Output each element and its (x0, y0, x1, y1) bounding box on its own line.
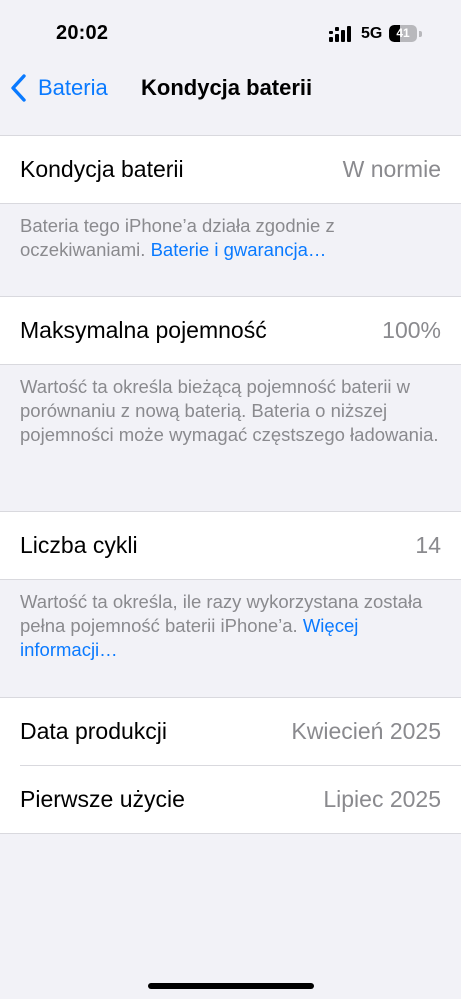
home-indicator[interactable] (148, 983, 314, 989)
health-value: W normie (342, 156, 441, 182)
battery-cap (419, 31, 422, 37)
health-row: Kondycja baterii W normie (0, 136, 461, 203)
cycles-row: Liczba cykli 14 (0, 512, 461, 579)
capacity-group: Maksymalna pojemność 100% (0, 296, 461, 365)
capacity-footer-text: Wartość ta określa bieżącą pojemność bat… (20, 376, 439, 445)
battery-level: 41 (396, 26, 410, 40)
capacity-row: Maksymalna pojemność 100% (0, 297, 461, 364)
health-footer: Bateria tego iPhone’a działa zgodnie z o… (20, 214, 440, 262)
back-label: Bateria (38, 75, 108, 100)
health-label: Kondycja baterii (20, 156, 184, 182)
manufacture-date-row: Data produkcji Kwiecień 2025 (0, 698, 461, 765)
navigation-bar: Bateria Kondycja baterii (0, 66, 461, 110)
cycles-label: Liczba cykli (20, 532, 138, 558)
first-use-label: Pierwsze użycie (20, 786, 185, 812)
manufacture-date-value: Kwiecień 2025 (291, 718, 441, 744)
battery-icon: 41 (389, 25, 423, 43)
manufacture-date-label: Data produkcji (20, 718, 168, 744)
warranty-link[interactable]: Baterie i gwarancja… (151, 239, 327, 260)
cycles-group: Liczba cykli 14 (0, 511, 461, 580)
cycles-footer: Wartość ta określa, ile razy wykorzystan… (20, 590, 440, 662)
back-button[interactable]: Bateria (8, 66, 108, 110)
first-use-row: Pierwsze użycie Lipiec 2025 (0, 766, 461, 833)
chevron-left-icon (11, 74, 26, 102)
capacity-footer: Wartość ta określa bieżącą pojemność bat… (20, 375, 440, 447)
status-bar: 20:02 5G 41 (0, 0, 461, 66)
first-use-value: Lipiec 2025 (323, 786, 441, 812)
cycles-footer-text: Wartość ta określa, ile razy wykorzystan… (20, 591, 423, 636)
page-title: Kondycja baterii (141, 75, 313, 100)
health-group: Kondycja baterii W normie (0, 135, 461, 204)
battery-body: 41 (389, 25, 417, 42)
network-label: 5G (361, 25, 383, 42)
status-time: 20:02 (56, 22, 109, 44)
capacity-label: Maksymalna pojemność (20, 317, 267, 343)
cycles-value: 14 (415, 532, 441, 558)
capacity-value: 100% (382, 317, 441, 343)
dates-group: Data produkcji Kwiecień 2025 Pierwsze uż… (0, 697, 461, 834)
signal-icon (329, 26, 351, 42)
